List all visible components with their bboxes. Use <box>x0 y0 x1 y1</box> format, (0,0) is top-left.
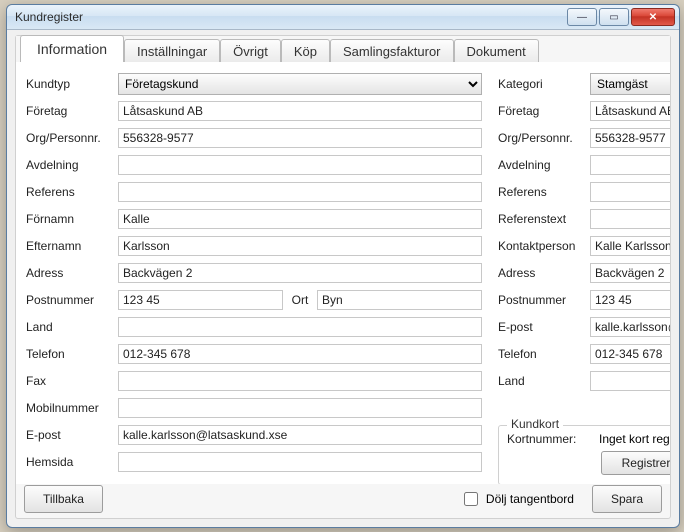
left-column: Kundtyp Företagskund Företag Org/Personn… <box>26 70 482 484</box>
telefon-input[interactable] <box>118 344 482 364</box>
window-controls: — ▭ ✕ <box>567 8 675 26</box>
minimize-icon[interactable]: — <box>567 8 597 26</box>
tab-content: Kundtyp Företagskund Företag Org/Personn… <box>16 62 670 484</box>
referens-input[interactable] <box>118 182 482 202</box>
hemsida-label: Hemsida <box>26 455 118 469</box>
close-icon[interactable]: ✕ <box>631 8 675 26</box>
kundtyp-combo[interactable]: Företagskund <box>118 73 482 95</box>
fornamn-label: Förnamn <box>26 212 118 226</box>
kontakt-input[interactable] <box>590 236 670 256</box>
r-postnummer-label: Postnummer <box>498 293 590 307</box>
kundkort-legend: Kundkort <box>507 417 563 431</box>
tab-ovrigt[interactable]: Övrigt <box>220 39 281 63</box>
telefon-label: Telefon <box>26 347 118 361</box>
land-label: Land <box>26 320 118 334</box>
r-adress-label: Adress <box>498 266 590 280</box>
maximize-icon[interactable]: ▭ <box>599 8 629 26</box>
ort-label: Ort <box>287 293 313 307</box>
epost-input[interactable] <box>118 425 482 445</box>
tab-information[interactable]: Information <box>20 35 124 63</box>
client-area: Information Inställningar Övrigt Köp Sam… <box>15 35 671 519</box>
tabstrip: Information Inställningar Övrigt Köp Sam… <box>16 36 670 63</box>
r-land-input[interactable] <box>590 371 670 391</box>
referenstext-input[interactable] <box>590 209 670 229</box>
footer: Tillbaka Dölj tangentbord Spara <box>16 484 670 514</box>
r-avdelning-input[interactable] <box>590 155 670 175</box>
fornamn-input[interactable] <box>118 209 482 229</box>
r-avdelning-label: Avdelning <box>498 158 590 172</box>
r-orgnr-input[interactable] <box>590 128 670 148</box>
r-foretag-label: Företag <box>498 104 590 118</box>
hemsida-input[interactable] <box>118 452 482 472</box>
fax-input[interactable] <box>118 371 482 391</box>
r-postnummer-input[interactable] <box>590 290 670 310</box>
r-telefon-input[interactable] <box>590 344 670 364</box>
r-adress-input[interactable] <box>590 263 670 283</box>
kategori-label: Kategori <box>498 77 590 91</box>
mobil-input[interactable] <box>118 398 482 418</box>
orgnr-input[interactable] <box>118 128 482 148</box>
tillbaka-button[interactable]: Tillbaka <box>24 485 103 513</box>
r-referens-input[interactable] <box>590 182 670 202</box>
dolj-tangentbord-label: Dölj tangentbord <box>486 492 574 506</box>
mobil-label: Mobilnummer <box>26 401 118 415</box>
kategori-combo[interactable]: Stamgäst <box>590 73 670 95</box>
land-input[interactable] <box>118 317 482 337</box>
kortnummer-value: Inget kort registrerat <box>599 432 670 446</box>
titlebar: Kundregister — ▭ ✕ <box>7 5 679 30</box>
registrera-kort-button[interactable]: Registrera kort <box>601 451 670 475</box>
referens-label: Referens <box>26 185 118 199</box>
avdelning-label: Avdelning <box>26 158 118 172</box>
r-foretag-input[interactable] <box>590 101 670 121</box>
r-epost-label: E-post <box>498 320 590 334</box>
kundtyp-label: Kundtyp <box>26 77 118 91</box>
epost-label: E-post <box>26 428 118 442</box>
efternamn-input[interactable] <box>118 236 482 256</box>
r-orgnr-label: Org/Personnr. <box>498 131 590 145</box>
fax-label: Fax <box>26 374 118 388</box>
postnummer-input[interactable] <box>118 290 283 310</box>
foretag-label: Företag <box>26 104 118 118</box>
kontakt-label: Kontaktperson <box>498 239 590 253</box>
orgnr-label: Org/Personnr. <box>26 131 118 145</box>
r-epost-input[interactable] <box>590 317 670 337</box>
adress-label: Adress <box>26 266 118 280</box>
avdelning-input[interactable] <box>118 155 482 175</box>
tab-samlingsfakturor[interactable]: Samlingsfakturor <box>330 39 454 63</box>
foretag-input[interactable] <box>118 101 482 121</box>
r-land-label: Land <box>498 374 590 388</box>
r-telefon-label: Telefon <box>498 347 590 361</box>
postnummer-label: Postnummer <box>26 293 118 307</box>
tab-dokument[interactable]: Dokument <box>454 39 539 63</box>
window: Kundregister — ▭ ✕ Information Inställni… <box>6 4 680 528</box>
ort-input[interactable] <box>317 290 482 310</box>
right-column: Kategori Stamgäst Företag Org/Personnr. <box>498 70 670 484</box>
kortnummer-label: Kortnummer: <box>507 432 599 446</box>
efternamn-label: Efternamn <box>26 239 118 253</box>
kundkort-fieldset: Kundkort Kortnummer: Inget kort registre… <box>498 425 670 484</box>
tab-installningar[interactable]: Inställningar <box>124 39 220 63</box>
window-title: Kundregister <box>15 10 567 24</box>
spara-button[interactable]: Spara <box>592 485 662 513</box>
adress-input[interactable] <box>118 263 482 283</box>
tab-kop[interactable]: Köp <box>281 39 330 63</box>
r-referens-label: Referens <box>498 185 590 199</box>
referenstext-label: Referenstext <box>498 212 590 226</box>
dolj-tangentbord-checkbox[interactable] <box>464 492 478 506</box>
